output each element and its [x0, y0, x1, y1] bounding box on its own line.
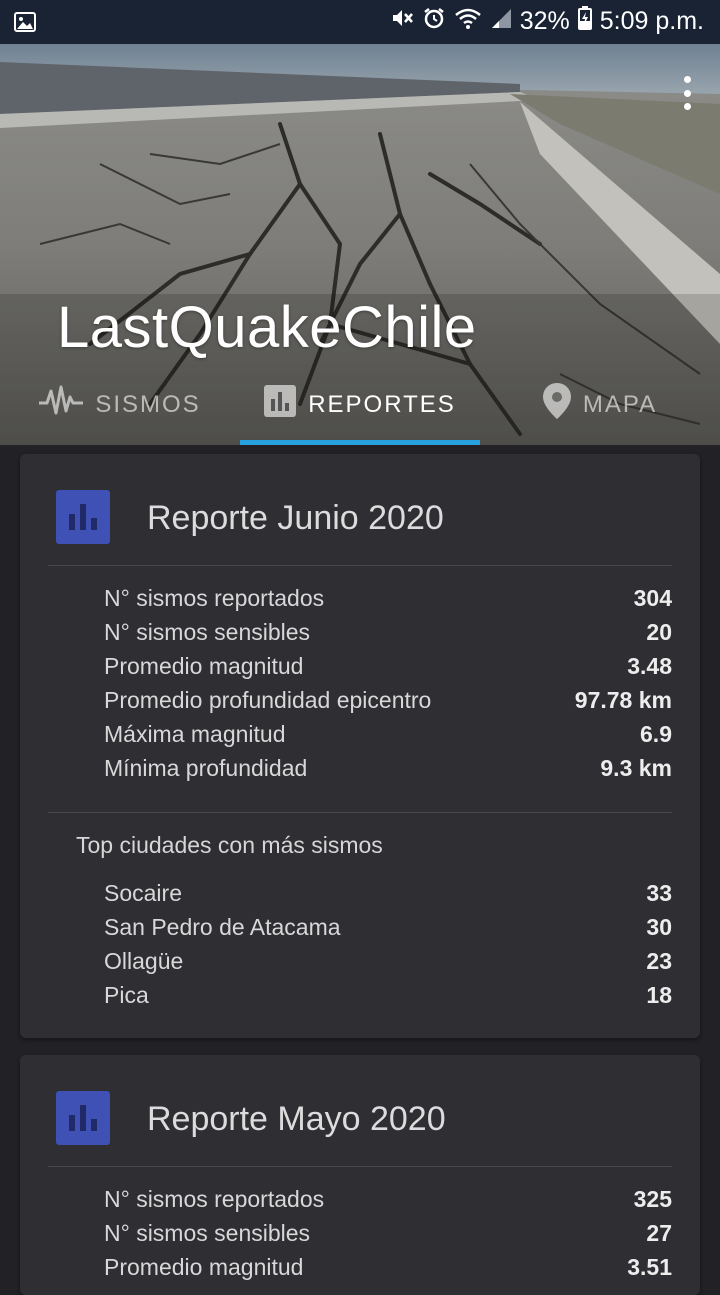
report-card: Reporte Mayo 2020 N° sismos reportados 3… [20, 1055, 700, 1295]
mute-icon [390, 6, 414, 37]
divider [48, 565, 672, 566]
stat-label: N° sismos reportados [104, 1186, 325, 1212]
signal-icon [490, 7, 512, 36]
divider [48, 1166, 672, 1167]
tab-sismos-label: SISMOS [95, 390, 201, 418]
tab-reportes[interactable]: REPORTES [240, 364, 480, 445]
stat-value: 6.9 [640, 721, 672, 747]
stat-row: N° sismos sensibles 27 [104, 1220, 672, 1254]
map-pin-icon [542, 383, 571, 426]
city-count: 33 [646, 880, 672, 906]
stat-label: Máxima magnitud [104, 721, 286, 747]
stat-value: 20 [646, 619, 672, 645]
tab-mapa-label: MAPA [582, 390, 658, 418]
active-tab-indicator [240, 440, 480, 445]
alarm-icon [422, 6, 446, 37]
city-count: 18 [646, 982, 672, 1008]
city-name: Pica [104, 982, 149, 1008]
stat-row: Promedio magnitud 3.51 [104, 1254, 672, 1288]
report-card-header: Reporte Mayo 2020 [20, 1055, 700, 1167]
tab-reportes-label: REPORTES [308, 390, 456, 418]
more-vert-icon[interactable] [680, 76, 694, 110]
app-title: LastQuakeChile [57, 295, 477, 360]
stat-value: 97.78 km [574, 687, 672, 713]
bar-chart-icon [56, 490, 110, 544]
stat-label: N° sismos sensibles [104, 1220, 311, 1246]
stat-row: N° sismos reportados 325 [104, 1186, 672, 1220]
top-cities-heading: Top ciudades con más sismos [76, 832, 383, 858]
city-count: 30 [646, 914, 672, 940]
city-name: Ollagüe [104, 948, 184, 974]
stat-label: Mínima profundidad [104, 755, 308, 781]
city-name: San Pedro de Atacama [104, 914, 341, 940]
tab-sismos[interactable]: SISMOS [0, 364, 240, 445]
stat-label: N° sismos reportados [104, 585, 325, 611]
stat-row: N° sismos reportados 304 [104, 585, 672, 619]
status-bar: 32% 5:09 p.m. [0, 0, 720, 44]
divider [48, 812, 672, 813]
city-row: San Pedro de Atacama 30 [104, 914, 672, 948]
report-card: Reporte Junio 2020 N° sismos reportados … [20, 454, 700, 1038]
battery-percent: 32% [519, 7, 570, 35]
stat-value: 27 [646, 1220, 672, 1246]
app-header: LastQuakeChile SISMOS REPORTES MAPA [0, 44, 720, 445]
stat-row: Promedio magnitud 3.48 [104, 653, 672, 687]
stat-label: Promedio magnitud [104, 1254, 304, 1280]
city-name: Socaire [104, 880, 182, 906]
city-row: Socaire 33 [104, 880, 672, 914]
tab-bar: SISMOS REPORTES MAPA [0, 364, 720, 445]
report-title: Reporte Junio 2020 [147, 499, 444, 537]
stat-row: Máxima magnitud 6.9 [104, 721, 672, 755]
city-row: Ollagüe 23 [104, 948, 672, 982]
stat-value: 325 [633, 1186, 672, 1212]
city-count: 23 [646, 948, 672, 974]
seismograph-icon [39, 385, 84, 424]
battery-icon [577, 6, 592, 37]
stat-row: Mínima profundidad 9.3 km [104, 755, 672, 789]
stat-row: Promedio profundidad epicentro 97.78 km [104, 687, 672, 721]
stat-row: N° sismos sensibles 20 [104, 619, 672, 653]
stat-value: 304 [633, 585, 672, 611]
report-title: Reporte Mayo 2020 [147, 1100, 446, 1138]
stat-label: Promedio magnitud [104, 653, 304, 679]
stat-value: 9.3 km [600, 755, 672, 781]
bar-chart-icon [56, 1091, 110, 1145]
bar-chart-icon [264, 385, 297, 424]
stat-value: 3.48 [627, 653, 672, 679]
report-card-header: Reporte Junio 2020 [20, 454, 700, 566]
city-row: Pica 18 [104, 982, 672, 1016]
wifi-icon [454, 6, 482, 37]
image-notification-icon [14, 10, 36, 39]
stat-value: 3.51 [627, 1254, 672, 1280]
stat-label: N° sismos sensibles [104, 619, 311, 645]
stat-label: Promedio profundidad epicentro [104, 687, 432, 713]
tab-mapa[interactable]: MAPA [480, 364, 720, 445]
clock: 5:09 p.m. [599, 7, 704, 35]
